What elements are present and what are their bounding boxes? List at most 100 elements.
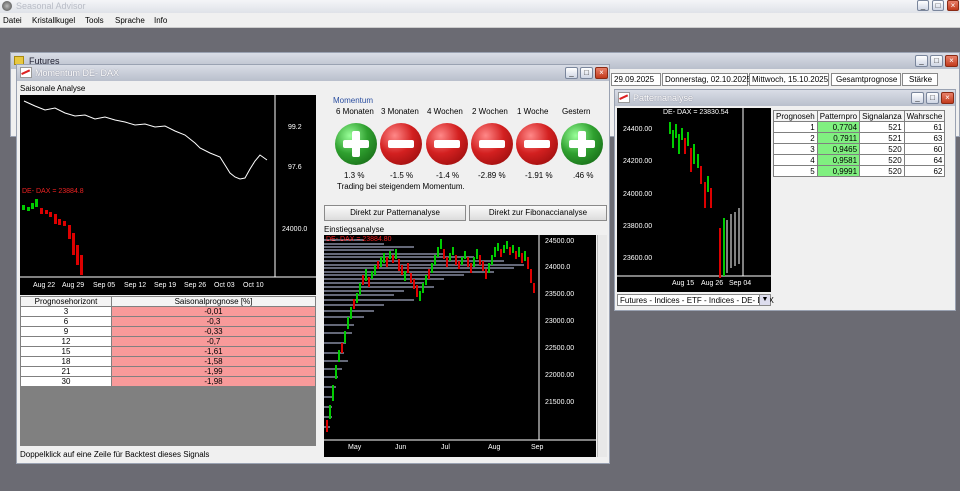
app-minimize-button[interactable]: _	[917, 0, 929, 11]
table-row[interactable]: 3 -0,01	[20, 306, 316, 317]
period-4w: 4 Wochen	[427, 107, 463, 116]
pattern-titlebar: Patternanalyse _ □ ×	[615, 90, 955, 106]
entry-xtick: Sep	[531, 444, 544, 451]
cell: 0,9581	[816, 154, 861, 166]
tab-gesamtprognose[interactable]: Gesamtprognose	[831, 73, 901, 86]
date-2[interactable]: Donnerstag, 02.10.2025	[662, 73, 751, 86]
cell: 0,9465	[816, 143, 861, 155]
entry-chart-label: DE- DAX = 23884.80	[326, 236, 392, 243]
menu-tools[interactable]: Tools	[85, 16, 104, 25]
chart-app-icon	[618, 92, 630, 103]
pattern-chart[interactable]: DE- DAX = 23830.54 24400.00 24200.00 240…	[617, 108, 771, 292]
entry-ytick-6: 22000.00	[545, 372, 575, 379]
entry-analysis-label: Einstiegsanalyse	[324, 225, 385, 234]
chart-app-icon	[20, 67, 32, 78]
cell: 3	[773, 143, 818, 155]
pattern-xtick: Sep 04	[729, 280, 752, 287]
col-saisonalprognose[interactable]: Saisonalprognose [%]	[111, 296, 316, 307]
forecast-cell: -1,98	[111, 376, 316, 387]
menu-info[interactable]: Info	[154, 16, 167, 25]
horizon-cell: 12	[20, 336, 112, 347]
momentum-maximize-button[interactable]: □	[580, 67, 593, 79]
futures-minimize-button[interactable]: _	[915, 55, 928, 67]
pattern-close-button[interactable]: ×	[941, 92, 954, 104]
table-row[interactable]: 5 0,9991 520 62	[773, 165, 946, 177]
pattern-minimize-button[interactable]: _	[911, 92, 924, 104]
market-dropdown[interactable]: Futures - Indices - ETF - Indices - DE- …	[617, 294, 774, 306]
pattern-maximize-button[interactable]: □	[926, 92, 939, 104]
table-row[interactable]: 15 -1,61	[20, 346, 316, 357]
seasonal-xtick: Aug 29	[62, 282, 85, 289]
table-row[interactable]: 30 -1,98	[20, 376, 316, 387]
table-row[interactable]: 4 0,9581 520 64	[773, 154, 946, 166]
menu-sprache[interactable]: Sprache	[115, 16, 145, 25]
seasonal-candles	[22, 199, 83, 275]
pattern-candles	[669, 122, 725, 278]
app-close-button[interactable]: ×	[947, 0, 959, 11]
menu-kristallkugel[interactable]: Kristallkugel	[32, 16, 75, 25]
chevron-down-icon[interactable]: ▼	[759, 295, 770, 305]
table-row[interactable]: 6 -0,3	[20, 316, 316, 327]
cell: 520	[859, 165, 905, 177]
momentum-note: Trading bei steigendem Momentum.	[337, 182, 465, 191]
date-3[interactable]: Mittwoch, 15.10.2025	[749, 73, 829, 86]
cell: 63	[903, 132, 946, 144]
entry-chart-scrollbar[interactable]	[597, 235, 607, 457]
cell: 0,7704	[816, 121, 861, 133]
period-gestern: Gestern	[562, 107, 591, 116]
seasonal-x-axis: Aug 22 Aug 29 Sep 05 Sep 12 Sep 19 Sep 2…	[20, 282, 280, 292]
cell: 0,9991	[816, 165, 861, 177]
table-row[interactable]: 2 0,7911 521 63	[773, 132, 946, 144]
col-wahrsche[interactable]: Wahrsche	[903, 110, 946, 122]
col-prognosehorizont[interactable]: Prognosehorizont	[20, 296, 112, 307]
app-maximize-button[interactable]: □	[932, 0, 944, 11]
value-6m: 1.3 %	[344, 171, 365, 180]
period-1w: 1 Woche	[517, 107, 549, 116]
menu-datei[interactable]: Datei	[3, 16, 22, 25]
entry-ytick-3: 23500.00	[545, 291, 575, 298]
date-1[interactable]: 29.09.2025	[611, 73, 661, 86]
cell: 60	[903, 143, 946, 155]
tab-staerke[interactable]: Stärke	[902, 73, 938, 86]
seasonal-xtick: Sep 05	[93, 282, 116, 289]
col-patternpro[interactable]: Patternpro	[816, 110, 861, 122]
cell: 61	[903, 121, 946, 133]
period-6m: 6 Monaten	[336, 107, 374, 116]
seasonal-ytick-2: 97.6	[288, 164, 302, 171]
forecast-cell: -1,99	[111, 366, 316, 377]
table-row[interactable]: 12 -0,7	[20, 336, 316, 347]
pattern-ytick-2: 24200.00	[623, 158, 653, 165]
cell: 520	[859, 143, 905, 155]
col-signalanza[interactable]: Signalanza	[859, 110, 905, 122]
table-row[interactable]: 3 0,9465 520 60	[773, 143, 946, 155]
value-gestern: .46 %	[573, 171, 594, 180]
momentum-close-button[interactable]: ×	[595, 67, 608, 79]
value-4w: -1.4 %	[436, 171, 460, 180]
minus-circle-icon	[516, 123, 558, 165]
table-row[interactable]: 9 -0,33	[20, 326, 316, 337]
pattern-analysis-button[interactable]: Direkt zur Patternanalyse	[324, 205, 466, 221]
horizon-cell: 21	[20, 366, 112, 377]
entry-chart[interactable]: DE- DAX = 23884.80 24500.00 24000.0 2350…	[324, 235, 596, 457]
table-row[interactable]: 18 -1,58	[20, 356, 316, 367]
momentum-minimize-button[interactable]: _	[565, 67, 578, 79]
seasonal-chart[interactable]: DE- DAX = 23884.8 99.2 97.6 24000.0 Aug …	[20, 95, 316, 295]
horizon-cell: 3	[20, 306, 112, 317]
pattern-window: Patternanalyse _ □ × DE- DAX = 23830.54 …	[614, 89, 956, 311]
value-1w: -1.91 %	[525, 171, 553, 180]
forecast-cell: -0,7	[111, 336, 316, 347]
fibonacci-analysis-button[interactable]: Direkt zur Fibonaccianalyse	[469, 205, 607, 221]
entry-ytick-7: 21500.00	[545, 399, 575, 406]
entry-ytick-2: 24000.0	[545, 264, 571, 271]
seasonal-xtick: Oct 03	[214, 282, 235, 289]
horizon-cell: 15	[20, 346, 112, 357]
table-row[interactable]: 21 -1,99	[20, 366, 316, 377]
seasonal-curve	[23, 100, 268, 180]
col-prognoseh[interactable]: Prognoseh	[773, 110, 818, 122]
futures-maximize-button[interactable]: □	[930, 55, 943, 67]
pattern-table: Prognoseh Patternpro Signalanza Wahrsche…	[773, 110, 946, 177]
cell: 520	[859, 154, 905, 166]
futures-close-button[interactable]: ×	[945, 55, 958, 67]
cell: 521	[859, 121, 905, 133]
table-row[interactable]: 1 0,7704 521 61	[773, 121, 946, 133]
